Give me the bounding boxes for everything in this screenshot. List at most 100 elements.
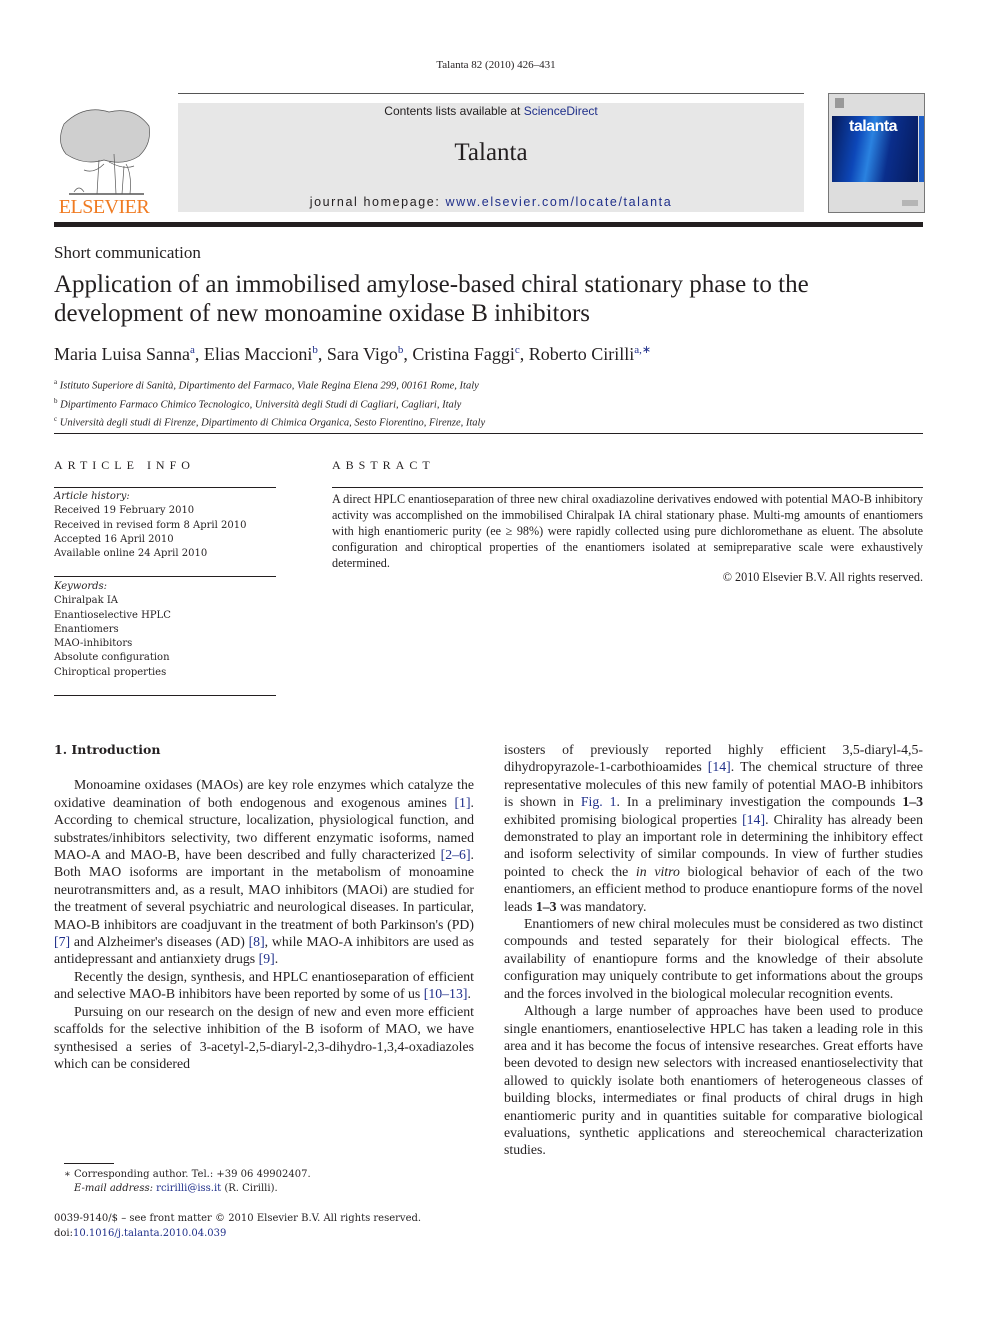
email-link[interactable]: rcirilli@iss.it bbox=[156, 1183, 221, 1194]
affiliation: b Dipartimento Farmaco Chimico Tecnologi… bbox=[54, 394, 485, 413]
keyword: Enantiomers bbox=[54, 623, 119, 635]
sciencedirect-link[interactable]: ScienceDirect bbox=[524, 104, 598, 118]
journal-cover-image: talanta bbox=[828, 93, 925, 213]
author-affiliation-link[interactable]: b bbox=[398, 344, 404, 356]
article-title: Application of an immobilised amylose-ba… bbox=[54, 271, 809, 327]
cover-title: talanta bbox=[849, 118, 898, 135]
citation-link[interactable]: [7] bbox=[54, 934, 70, 949]
footnote-rule bbox=[64, 1163, 114, 1164]
body-paragraph-continued: isosters of previously reported highly e… bbox=[504, 741, 923, 915]
text: exhibited promising biological propertie… bbox=[504, 811, 743, 827]
journal-masthead: Contents lists available at ScienceDirec… bbox=[178, 103, 804, 212]
body-column-right: isosters of previously reported highly e… bbox=[504, 741, 923, 1159]
body-paragraph: Monoamine oxidases (MAOs) are key role e… bbox=[54, 776, 474, 967]
affiliation-text: Università degli studi di Firenze, Dipar… bbox=[59, 417, 486, 429]
history-item: Available online 24 April 2010 bbox=[54, 548, 208, 560]
section-heading-introduction: 1. Introduction bbox=[54, 742, 161, 757]
affiliation-text: Dipartimento Farmaco Chimico Tecnologico… bbox=[60, 399, 462, 410]
author-affiliation-link[interactable]: a bbox=[190, 344, 195, 356]
citation-link[interactable]: [9] bbox=[259, 951, 275, 966]
author: Elias Maccioni bbox=[203, 344, 313, 364]
keyword: Chiralpak IA bbox=[54, 595, 119, 607]
divider bbox=[332, 487, 923, 488]
affiliation-key: a bbox=[54, 378, 58, 386]
citation-link[interactable]: [14] bbox=[708, 759, 731, 774]
keywords-heading: Keywords: bbox=[54, 581, 108, 592]
elsevier-wordmark: ELSEVIER bbox=[58, 196, 150, 218]
affiliation-key: b bbox=[54, 396, 58, 405]
corresponding-author-footnote: ∗ Corresponding author. Tel.: +39 06 499… bbox=[64, 1168, 311, 1196]
author: Cristina Faggi bbox=[412, 344, 515, 364]
header-rule bbox=[178, 93, 804, 94]
affiliation: a Istituto Superiore di Sanità, Dipartim… bbox=[54, 375, 485, 394]
author-affiliation-link[interactable]: b bbox=[312, 344, 318, 356]
body-column-left: 1. Introduction Monoamine oxidases (MAOs… bbox=[54, 741, 474, 1090]
homepage-prefix: journal homepage: bbox=[309, 195, 446, 209]
footnote-text: (R. Cirilli). bbox=[221, 1183, 278, 1194]
author: Maria Luisa Sanna bbox=[54, 344, 190, 364]
divider bbox=[54, 433, 923, 434]
footnote-marker: ∗ bbox=[64, 1169, 71, 1180]
affiliation: c Università degli studi di Firenze, Dip… bbox=[54, 412, 485, 431]
citation-link[interactable]: [8] bbox=[249, 934, 265, 949]
citation-link[interactable]: [10–13] bbox=[424, 986, 468, 1001]
abstract-copyright: © 2010 Elsevier B.V. All rights reserved… bbox=[722, 570, 923, 584]
article-type: Short communication bbox=[54, 243, 201, 262]
history-item: Received in revised form 8 April 2010 bbox=[54, 519, 247, 531]
cover-artwork-edge bbox=[919, 116, 924, 182]
keyword: Chiroptical properties bbox=[54, 666, 167, 678]
text: . In a preliminary investigation the com… bbox=[616, 794, 903, 810]
doi-link[interactable]: 10.1016/j.talanta.2010.04.039 bbox=[73, 1228, 226, 1239]
issn-line: 0039-9140/$ – see front matter © 2010 El… bbox=[54, 1213, 422, 1224]
journal-homepage: journal homepage: www.elsevier.com/locat… bbox=[178, 195, 804, 209]
history-item: Received 19 February 2010 bbox=[54, 505, 195, 517]
abstract-heading: ABSTRACT bbox=[332, 458, 435, 472]
running-head: Talanta 82 (2010) 426–431 bbox=[436, 59, 556, 71]
divider bbox=[54, 695, 276, 696]
header-thick-rule bbox=[54, 222, 923, 227]
journal-name: Talanta bbox=[454, 139, 528, 166]
text: Recently the design, synthesis, and HPLC… bbox=[54, 968, 474, 1002]
citation-link[interactable]: [2–6] bbox=[441, 847, 471, 862]
keyword: Enantioselective HPLC bbox=[54, 609, 171, 621]
author-affiliation-link[interactable]: c bbox=[515, 344, 520, 356]
text: was mandatory. bbox=[556, 898, 647, 914]
history-item: Accepted 16 April 2010 bbox=[54, 533, 174, 545]
citation-link[interactable]: [14] bbox=[742, 812, 765, 827]
article-info-heading: ARTICLE INFO bbox=[54, 458, 195, 472]
contents-prefix: Contents lists available at bbox=[384, 104, 524, 118]
doi-line: doi:10.1016/j.talanta.2010.04.039 bbox=[54, 1227, 421, 1242]
text: Monoamine oxidases (MAOs) are key role e… bbox=[54, 777, 474, 810]
figure-link[interactable]: Fig. 1 bbox=[581, 794, 617, 809]
keyword: Absolute configuration bbox=[54, 652, 170, 664]
divider bbox=[54, 576, 276, 577]
text: and Alzheimer's diseases (AD) bbox=[70, 934, 249, 950]
text: Pursuing on our research on the design o… bbox=[54, 1003, 474, 1071]
compound-ref: 1–3 bbox=[535, 898, 557, 914]
doi-prefix: doi: bbox=[54, 1227, 73, 1239]
abstract-text: A direct HPLC enantioseparation of three… bbox=[332, 492, 923, 570]
footnote-line: E-mail address: rcirilli@iss.it (R. Ciri… bbox=[64, 1182, 311, 1196]
keywords: Keywords: Chiralpak IA Enantioselective … bbox=[54, 580, 171, 680]
text: . bbox=[274, 951, 279, 967]
article-history: Article history: Received 19 February 20… bbox=[54, 490, 246, 561]
body-paragraph: Enantiomers of new chiral molecules must… bbox=[504, 916, 923, 1001]
affiliation-key: c bbox=[54, 415, 58, 423]
author-affiliation-link[interactable]: a,∗ bbox=[634, 344, 651, 356]
citation-link[interactable]: [1] bbox=[454, 795, 470, 810]
author: Sara Vigo bbox=[326, 344, 398, 364]
author: Roberto Cirilli bbox=[528, 344, 635, 364]
cover-footer-logo-icon bbox=[902, 200, 918, 206]
text: in vitro bbox=[635, 863, 680, 879]
divider bbox=[54, 487, 276, 488]
journal-homepage-link[interactable]: www.elsevier.com/locate/talanta bbox=[446, 195, 673, 209]
contents-availability: Contents lists available at ScienceDirec… bbox=[178, 103, 804, 119]
footnote-line: ∗ Corresponding author. Tel.: +39 06 499… bbox=[64, 1168, 311, 1182]
cover-publisher-mark-icon bbox=[835, 98, 844, 108]
history-heading: Article history: bbox=[54, 491, 130, 502]
footnote-text: Corresponding author. Tel.: +39 06 49902… bbox=[70, 1169, 311, 1180]
keyword: MAO-inhibitors bbox=[54, 638, 133, 650]
body-paragraph: Pursuing on our research on the design o… bbox=[54, 1003, 474, 1090]
text: . bbox=[467, 986, 471, 1002]
email-label: E-mail address: bbox=[74, 1183, 157, 1194]
